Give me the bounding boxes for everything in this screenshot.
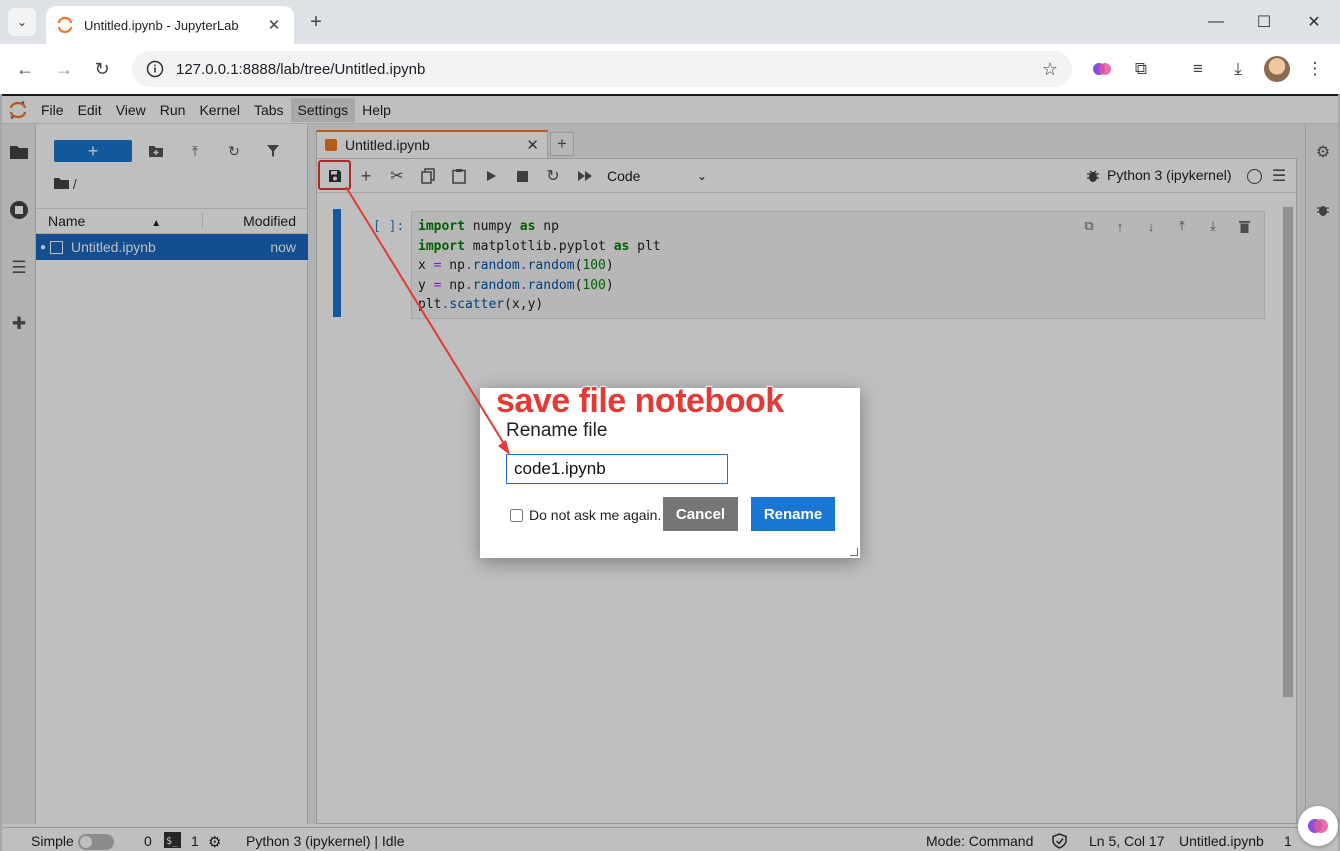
rename-button[interactable]: Rename — [751, 497, 835, 531]
browser-tab[interactable]: Untitled.ipynb - JupyterLab ✕ — [46, 6, 294, 44]
downloads-icon[interactable]: ⤓ — [1224, 55, 1252, 83]
browser-tabstrip: ⌄ Untitled.ipynb - JupyterLab ✕ + — ☐ ✕ — [0, 0, 1340, 44]
reload-icon[interactable]: ↻ — [88, 55, 116, 83]
media-controls-icon[interactable]: ≡ — [1184, 55, 1212, 83]
minimize-icon[interactable]: — — [1202, 8, 1230, 36]
extensions-puzzle-icon[interactable]: ⧉ — [1127, 55, 1155, 83]
filename-input[interactable] — [506, 454, 728, 484]
back-icon[interactable]: ← — [11, 55, 39, 83]
new-tab-button[interactable]: + — [304, 10, 328, 34]
do-not-ask-option[interactable]: Do not ask me again. — [510, 507, 661, 523]
window-close-icon[interactable]: ✕ — [1300, 8, 1328, 36]
rename-dialog: Rename file Do not ask me again. Cancel … — [480, 382, 860, 558]
close-tab-icon[interactable]: ✕ — [264, 15, 284, 35]
forward-icon[interactable]: → — [50, 55, 78, 83]
tab-search-button[interactable]: ⌄ — [8, 8, 36, 36]
maximize-icon[interactable]: ☐ — [1250, 8, 1278, 36]
jupyter-favicon-icon — [57, 16, 73, 34]
assistant-brain-icon[interactable] — [1298, 806, 1338, 846]
bookmark-star-icon[interactable]: ☆ — [1042, 59, 1058, 80]
site-info-icon[interactable] — [146, 60, 164, 78]
dialog-resize-grip[interactable] — [850, 548, 858, 556]
address-bar[interactable]: 127.0.0.1:8888/lab/tree/Untitled.ipynb ☆ — [132, 51, 1072, 87]
url-text: 127.0.0.1:8888/lab/tree/Untitled.ipynb — [176, 60, 426, 78]
cancel-button[interactable]: Cancel — [663, 497, 738, 531]
do-not-ask-label: Do not ask me again. — [529, 507, 662, 523]
browser-menu-icon[interactable]: ⋮ — [1301, 55, 1329, 83]
extension-brain-icon[interactable] — [1088, 55, 1116, 83]
dialog-title: Rename file — [506, 420, 608, 441]
browser-tab-title: Untitled.ipynb - JupyterLab — [84, 17, 239, 33]
profile-avatar[interactable] — [1264, 56, 1290, 82]
browser-toolbar: ← → ↻ 127.0.0.1:8888/lab/tree/Untitled.i… — [0, 44, 1340, 94]
do-not-ask-checkbox[interactable] — [510, 508, 523, 522]
annotation-label: save file notebook — [496, 382, 785, 421]
